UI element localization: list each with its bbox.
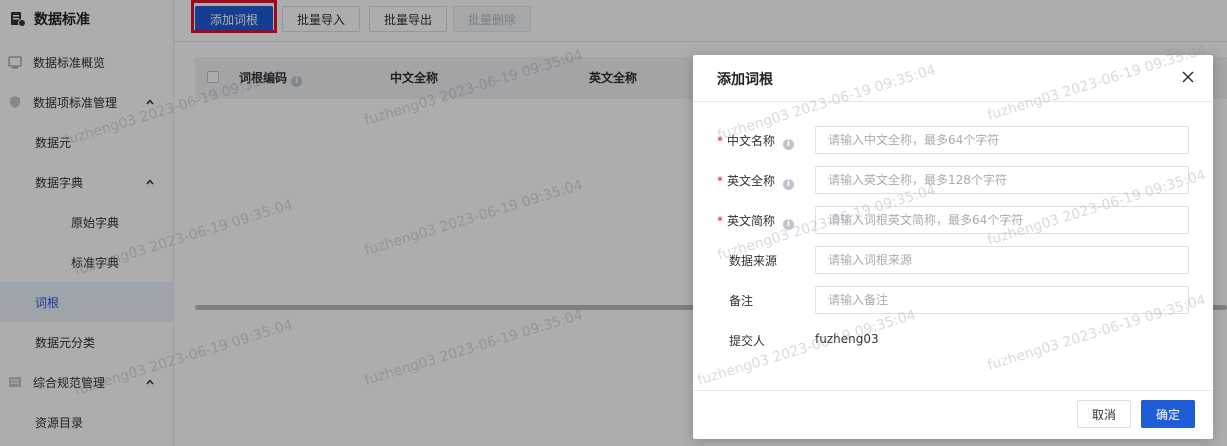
dialog-footer-divider [693,390,1213,391]
dialog-header-divider [693,101,1213,102]
required-mark: * [717,174,723,188]
required-mark: * [717,214,723,228]
chinese-name-input[interactable] [815,126,1189,154]
confirm-button[interactable]: 确定 [1141,400,1196,428]
close-icon[interactable] [1181,70,1195,84]
data-source-input[interactable] [815,246,1189,274]
cancel-button[interactable]: 取消 [1077,400,1132,428]
form-row-submitter: 提交人 fuzheng03 [693,326,1213,354]
add-word-root-dialog: 添加词根 *中文名称i *英文全称i *英文简称i 数据来源 备注 提交人 fu… [693,42,1213,439]
form-label: * 中文名称 i [717,132,795,150]
english-full-name-input[interactable] [815,166,1189,194]
form-row-english-full-name: * 英文全称 i [693,166,1213,194]
info-icon: i [783,139,795,150]
form-label: * 英文全称 i [717,172,795,190]
dialog-title: 添加词根 [717,72,773,88]
english-short-name-input[interactable] [815,206,1189,234]
form-label: 数据来源 [729,254,778,268]
required-mark: * [717,134,723,148]
info-icon: i [783,179,795,190]
form-row-chinese-name: * 中文名称 i [693,126,1213,154]
form-label: 备注 [729,294,754,308]
form-row-remark: 备注 [693,286,1213,314]
form-label: 提交人 [729,334,766,348]
info-icon: i [783,219,795,230]
form-row-english-short-name: * 英文简称 i [693,206,1213,234]
submitter-value: fuzheng03 [815,332,879,346]
form-label: * 英文简称 i [717,212,795,230]
watermark-text: fuzheng03 2023-06-19 09:35:04 [985,42,1208,124]
form-row-data-source: 数据来源 [693,246,1213,274]
remark-input[interactable] [815,286,1189,314]
